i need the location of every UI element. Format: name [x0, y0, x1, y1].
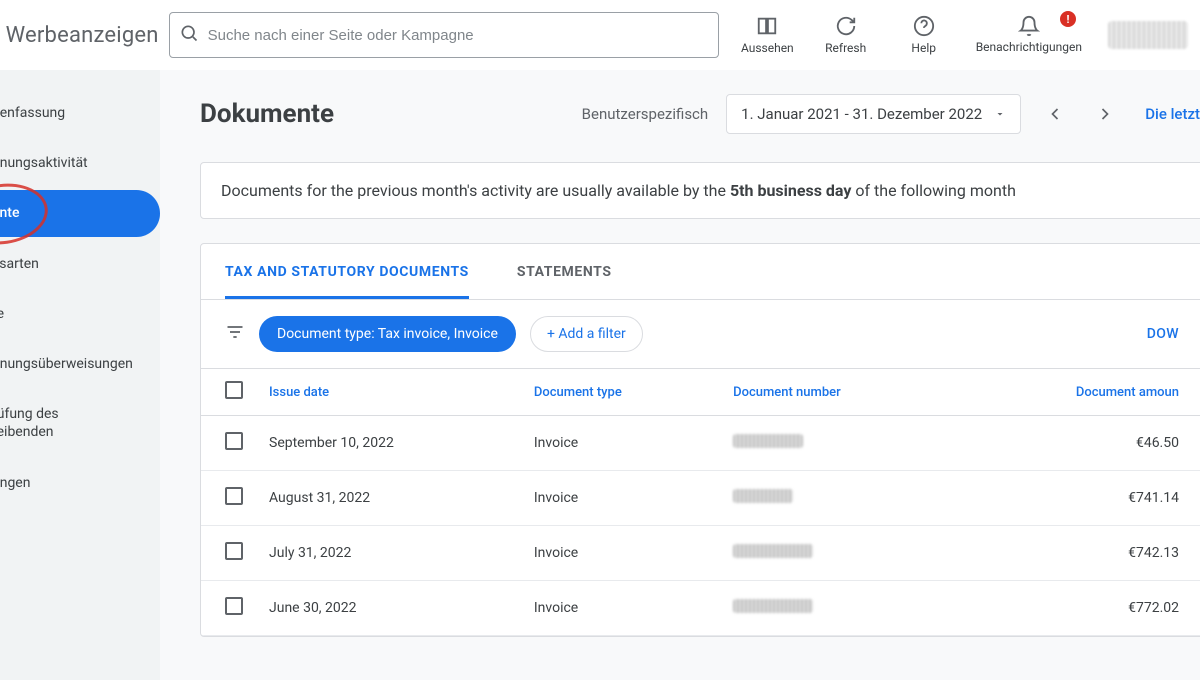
- range-type-label: Benutzerspezifisch: [582, 105, 709, 123]
- cell-doc-type: Invoice: [522, 471, 721, 526]
- cell-issue-date: September 10, 2022: [257, 416, 522, 471]
- cell-issue-date: June 30, 2022: [257, 581, 522, 636]
- cell-doc-type: Invoice: [522, 581, 721, 636]
- select-all-checkbox[interactable]: [225, 381, 243, 399]
- alert-badge-icon: !: [1060, 11, 1076, 27]
- info-banner: Documents for the previous month's activ…: [200, 162, 1200, 219]
- cell-issue-date: August 31, 2022: [257, 471, 522, 526]
- cell-doc-number: [721, 581, 955, 636]
- layout: nenfassung hnungsaktivität ente ssarten …: [0, 70, 1200, 680]
- redacted-value: [733, 434, 803, 448]
- help-label: Help: [911, 41, 936, 55]
- last-period-link[interactable]: Die letzt: [1145, 105, 1200, 123]
- cell-doc-type: Invoice: [522, 526, 721, 581]
- download-button[interactable]: DOW: [1147, 326, 1179, 342]
- sidebar-item-documents[interactable]: ente: [0, 190, 160, 236]
- date-range-value: 1. Januar 2021 - 31. Dezember 2022: [741, 105, 982, 123]
- cell-issue-date: July 31, 2022: [257, 526, 522, 581]
- chevron-down-icon: [994, 108, 1006, 120]
- select-all-cell: [201, 369, 257, 416]
- page-header: Dokumente Benutzerspezifisch 1. Januar 2…: [200, 94, 1200, 134]
- search-icon: [179, 23, 199, 47]
- appearance-label: Aussehen: [741, 41, 794, 55]
- sidebar-item-accounts[interactable]: te: [0, 291, 160, 337]
- refresh-label: Refresh: [825, 41, 866, 55]
- cell-amount: €772.02: [955, 581, 1200, 636]
- redacted-value: [733, 599, 813, 613]
- appearance-button[interactable]: Aussehen: [741, 15, 794, 55]
- row-checkbox[interactable]: [225, 542, 243, 560]
- row-checkbox-cell: [201, 471, 257, 526]
- row-checkbox[interactable]: [225, 432, 243, 450]
- sidebar-item-advertiser-verification[interactable]: rüfung des reibenden: [0, 391, 160, 455]
- cell-doc-type: Invoice: [522, 416, 721, 471]
- header-tools: Aussehen Refresh Help ! Benachrichtigung…: [741, 15, 1188, 55]
- add-filter-button[interactable]: + Add a filter: [530, 316, 643, 352]
- tab-statements[interactable]: STATEMENTS: [517, 244, 612, 299]
- table-row[interactable]: June 30, 2022Invoice €772.02: [201, 581, 1200, 636]
- row-checkbox-cell: [201, 581, 257, 636]
- notice-prefix: Documents for the previous month's activ…: [221, 181, 730, 200]
- sidebar-item-billing-activity[interactable]: hnungsaktivität: [0, 140, 160, 186]
- col-doc-number[interactable]: Document number: [721, 369, 955, 416]
- next-period-button[interactable]: [1089, 98, 1121, 130]
- sidebar-item-payment-methods[interactable]: ssarten: [0, 241, 160, 287]
- sidebar-item-billing-transfers[interactable]: hnungsüberweisungen: [0, 341, 160, 387]
- top-bar: gle Werbeanzeigen Aussehen Refresh Help …: [0, 0, 1200, 70]
- redacted-value: [733, 544, 813, 558]
- redacted-value: [733, 489, 793, 503]
- row-checkbox[interactable]: [225, 487, 243, 505]
- notifications-label: Benachrichtigungen: [976, 41, 1082, 54]
- brand: gle Werbeanzeigen: [0, 23, 159, 48]
- tab-tax-docs[interactable]: TAX AND STATUTORY DOCUMENTS: [225, 244, 469, 299]
- prev-period-button[interactable]: [1039, 98, 1071, 130]
- documents-table: Issue date Document type Document number…: [201, 368, 1200, 636]
- row-checkbox-cell: [201, 526, 257, 581]
- row-checkbox[interactable]: [225, 597, 243, 615]
- sidebar-item-summary[interactable]: nenfassung: [0, 90, 160, 136]
- page-title: Dokumente: [200, 99, 334, 129]
- tabs: TAX AND STATUTORY DOCUMENTS STATEMENTS: [201, 244, 1200, 300]
- sidebar-item-settings[interactable]: ungen: [0, 460, 160, 506]
- notice-bold: 5th business day: [730, 181, 851, 200]
- refresh-button[interactable]: Refresh: [820, 15, 872, 55]
- help-button[interactable]: Help: [898, 15, 950, 55]
- cell-amount: €46.50: [955, 416, 1200, 471]
- table-row[interactable]: July 31, 2022Invoice €742.13: [201, 526, 1200, 581]
- cell-amount: €742.13: [955, 526, 1200, 581]
- filter-bar: Document type: Tax invoice, Invoice + Ad…: [201, 300, 1200, 368]
- sidebar-item-label: ente: [0, 205, 19, 221]
- table-row[interactable]: September 10, 2022Invoice €46.50: [201, 416, 1200, 471]
- table-row[interactable]: August 31, 2022Invoice €741.14: [201, 471, 1200, 526]
- documents-card: TAX AND STATUTORY DOCUMENTS STATEMENTS D…: [200, 243, 1200, 637]
- cell-doc-number: [721, 416, 955, 471]
- cell-amount: €741.14: [955, 471, 1200, 526]
- col-doc-type[interactable]: Document type: [522, 369, 721, 416]
- col-issue-date[interactable]: Issue date: [257, 369, 522, 416]
- sidebar: nenfassung hnungsaktivität ente ssarten …: [0, 70, 160, 680]
- row-checkbox-cell: [201, 416, 257, 471]
- search-input[interactable]: [169, 12, 719, 58]
- filter-chip-doctype[interactable]: Document type: Tax invoice, Invoice: [259, 316, 516, 352]
- filter-icon[interactable]: [225, 322, 245, 346]
- search-wrap: [169, 12, 719, 58]
- main: Dokumente Benutzerspezifisch 1. Januar 2…: [160, 70, 1200, 680]
- date-range-picker[interactable]: 1. Januar 2021 - 31. Dezember 2022: [726, 94, 1021, 134]
- cell-doc-number: [721, 471, 955, 526]
- notifications-button[interactable]: ! Benachrichtigungen: [976, 15, 1082, 54]
- account-chip[interactable]: [1108, 21, 1188, 49]
- notice-suffix: of the following month: [851, 181, 1015, 200]
- col-amount[interactable]: Document amoun: [955, 369, 1200, 416]
- cell-doc-number: [721, 526, 955, 581]
